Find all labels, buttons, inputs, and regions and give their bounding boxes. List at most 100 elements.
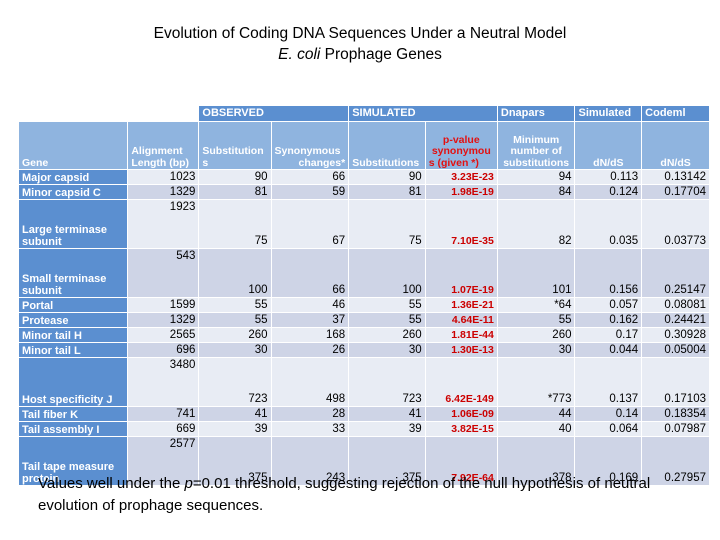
column-header-substitutions-observed-line-2: s [202,156,209,169]
cell-substitutions-observed: 100 [198,248,272,298]
cell-p-value: 3.23E-23 [424,169,498,185]
cell-alignment-length: 1329 [127,184,200,200]
slide: Evolution of Coding DNA Sequences Under … [0,0,720,540]
column-header-dnds-simulated: dN/dS [574,121,643,170]
cell-p-value: 1.07E-19 [424,248,498,298]
cell-minimum-substitutions: 40 [496,421,576,437]
cell-synonymous-changes: 59 [270,184,350,200]
cell-gene-name: Tail fiber K [17,406,129,422]
cell-synonymous-changes: 498 [270,357,350,407]
column-header-p-value-line-2: synonymou [431,145,491,157]
group-header-codeml: Codeml [641,105,710,122]
cell-substitutions-simulated: 260 [348,327,426,343]
column-header-substitutions-simulated: Substitutions [348,121,426,170]
cell-minimum-substitutions: 55 [496,312,576,328]
cell-substitutions-simulated: 30 [348,342,426,358]
cell-substitutions-observed: 260 [198,327,272,343]
cell-dnds-simulated: 0.14 [574,406,643,422]
cell-dnds-simulated: 0.162 [574,312,643,328]
cell-gene-name: Small terminase subunit [17,248,129,298]
cell-p-value: 1.98E-19 [424,184,498,200]
column-header-dnds-simulated-line-1: dN/dS [593,156,624,169]
cell-substitutions-simulated: 90 [348,169,426,185]
cell-synonymous-changes: 46 [270,297,350,313]
cell-gene-name: Host specificity J [17,357,129,407]
cell-minimum-substitutions: 94 [496,169,576,185]
table-body: Major capsid 1023 90 66 90 3.23E-23 94 0.113 0.1… [17,169,710,486]
cell-synonymous-changes: 37 [270,312,350,328]
cell-dnds-codeml: 0.25147 [641,248,710,298]
cell-dnds-codeml: 0.17704 [641,184,710,200]
cell-p-value: 6.42E-149 [424,357,498,407]
title-line-2-rest: Prophage Genes [320,46,442,63]
cell-alignment-length: 1329 [127,312,200,328]
cell-minimum-substitutions: *773 [496,357,576,407]
cell-alignment-length: 3480 [127,357,200,407]
cell-gene-name: Minor tail L [17,342,129,358]
column-header-synonymous-changes: Synonymous changes* [270,121,350,170]
results-table: OBSERVED SIMULATED Dnapars Simulated Cod… [17,105,710,486]
cell-substitutions-simulated: 39 [348,421,426,437]
cell-synonymous-changes: 33 [270,421,350,437]
cell-dnds-simulated: 0.044 [574,342,643,358]
cell-dnds-simulated: 0.17 [574,327,643,343]
cell-synonymous-changes: 26 [270,342,350,358]
cell-p-value: 1.30E-13 [424,342,498,358]
column-header-alignment-length-line-1: Alignment [131,145,183,157]
group-header-simulated-dnds: Simulated [574,105,643,122]
cell-dnds-simulated: 0.156 [574,248,643,298]
cell-gene-name: Minor tail H [17,327,129,343]
column-header-p-value: p-value synonymou s (given *) [424,121,498,170]
column-header-substitutions-simulated-line-1: Substitutions [352,156,420,169]
table-row: Minor capsid C 1329 81 59 81 1.98E-19 84 0.124 0… [17,184,710,200]
group-header-spacer-2 [127,105,200,122]
column-header-gene: Gene [17,121,129,170]
table-row: Protease 1329 55 37 55 4.64E-11 55 0.162 0.24421 [17,312,710,328]
cell-substitutions-observed: 30 [198,342,272,358]
table-row: Major capsid 1023 90 66 90 3.23E-23 94 0.113 0.1… [17,169,710,185]
caption: Values well under the p=0.01 threshold, … [38,473,688,517]
caption-p-symbol: p [184,475,193,492]
cell-substitutions-observed: 41 [198,406,272,422]
cell-substitutions-observed: 81 [198,184,272,200]
table-row: Minor tail H 2565 260 168 260 1.81E-44 260 0.17… [17,327,710,343]
cell-substitutions-observed: 723 [198,357,272,407]
table-row: Tail assembly I 669 39 33 39 3.82E-15 40 0.064 0… [17,421,710,437]
column-header-minimum-substitutions: Minimum number of substitutions [496,121,576,170]
cell-gene-name: Protease [17,312,129,328]
column-header-minimum-substitutions-line-3: substitutions [503,156,570,169]
cell-synonymous-changes: 67 [270,199,350,249]
cell-minimum-substitutions: 44 [496,406,576,422]
cell-minimum-substitutions: 84 [496,184,576,200]
cell-minimum-substitutions: 30 [496,342,576,358]
cell-minimum-substitutions: *64 [496,297,576,313]
column-header-row: Gene Alignment Length (bp) Substitution … [17,121,710,170]
cell-synonymous-changes: 168 [270,327,350,343]
cell-alignment-length: 741 [127,406,200,422]
group-header-spacer [17,105,129,122]
cell-substitutions-simulated: 100 [348,248,426,298]
cell-minimum-substitutions: 82 [496,199,576,249]
cell-alignment-length: 1023 [127,169,200,185]
cell-substitutions-simulated: 723 [348,357,426,407]
cell-p-value: 1.36E-21 [424,297,498,313]
cell-dnds-codeml: 0.03773 [641,199,710,249]
column-header-alignment-length-line-2: Length (bp) [131,156,190,169]
column-header-minimum-substitutions-line-2: number of [510,145,562,157]
column-header-gene-line-1: Gene [22,156,49,169]
cell-minimum-substitutions: 260 [496,327,576,343]
cell-gene-name: Major capsid [17,169,129,185]
cell-dnds-simulated: 0.035 [574,199,643,249]
cell-gene-name: Portal [17,297,129,313]
title-species: E. coli [278,46,321,63]
cell-dnds-codeml: 0.24421 [641,312,710,328]
group-header-observed: OBSERVED [198,105,350,122]
cell-p-value: 3.82E-15 [424,421,498,437]
cell-dnds-simulated: 0.057 [574,297,643,313]
cell-dnds-codeml: 0.18354 [641,406,710,422]
table-row: Host specificity J 3480 723 498 723 6.42E-149… [17,357,710,407]
cell-gene-name: Tail assembly I [17,421,129,437]
cell-synonymous-changes: 66 [270,169,350,185]
cell-alignment-length: 1599 [127,297,200,313]
cell-p-value: 1.06E-09 [424,406,498,422]
